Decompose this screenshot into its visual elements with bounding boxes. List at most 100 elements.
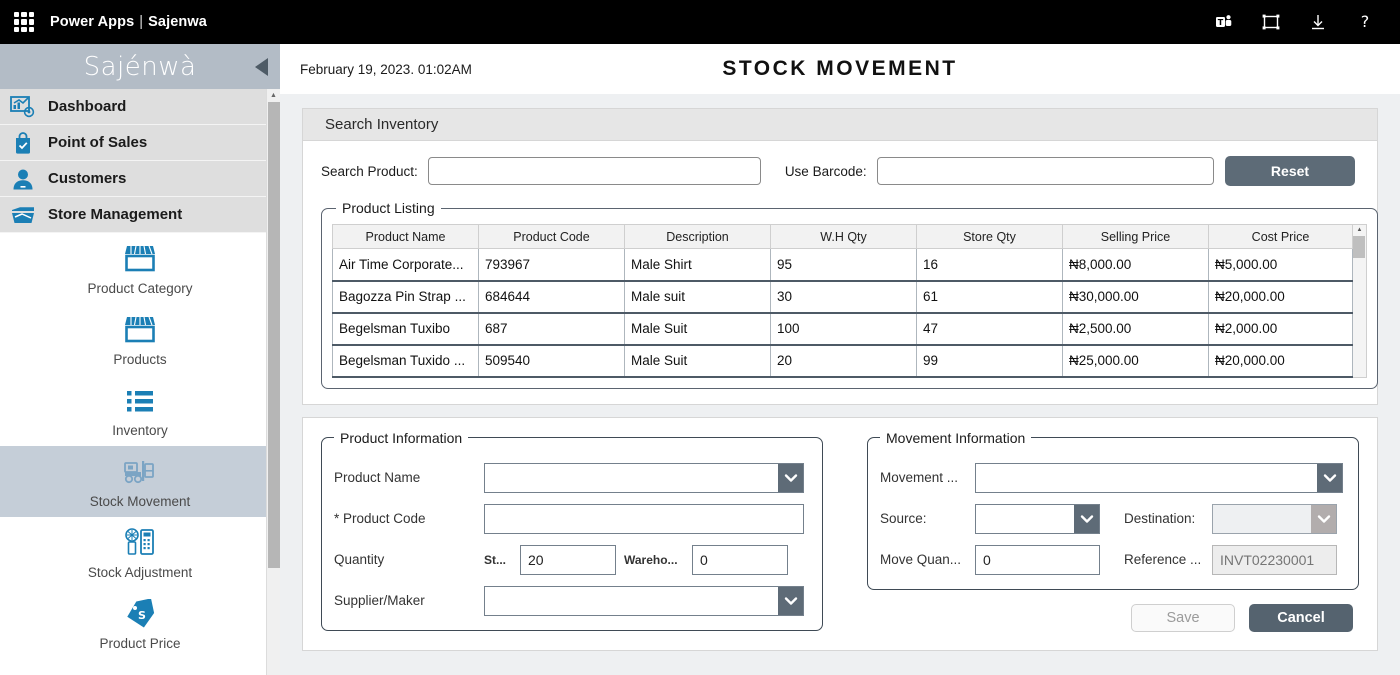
- download-icon[interactable]: [1307, 11, 1329, 33]
- table-column-header: Product Code: [479, 225, 625, 249]
- table-cell: 47: [917, 313, 1063, 345]
- barcode-label: Use Barcode:: [785, 164, 867, 179]
- sidebar-item-product-category[interactable]: Product Category: [0, 233, 280, 304]
- supplier-label: Supplier/Maker: [334, 593, 484, 608]
- search-inventory-title: Search Inventory: [303, 109, 1377, 141]
- document-icon: [123, 668, 157, 675]
- movement-information-fieldset: Movement Information Movement ...: [867, 430, 1359, 590]
- form-actions: Save Cancel: [867, 604, 1359, 632]
- table-cell: 793967: [479, 249, 625, 281]
- reset-button[interactable]: Reset: [1225, 156, 1355, 186]
- product-information-column: Product Information Product Name: [321, 430, 823, 632]
- table-column-header: Cost Price: [1209, 225, 1353, 249]
- barcode-input[interactable]: [877, 157, 1214, 185]
- page-header: February 19, 2023. 01:02AM STOCK MOVEMEN…: [280, 44, 1400, 94]
- table-cell: Bagozza Pin Strap ...: [333, 281, 479, 313]
- table-row[interactable]: Bagozza Pin Strap ...684644Male suit3061…: [333, 281, 1353, 313]
- content-area: Search Inventory Search Product: Use Bar…: [280, 94, 1400, 675]
- table-scroll-up-icon[interactable]: ▲: [1353, 225, 1366, 236]
- storefront-icon: [123, 242, 157, 276]
- chevron-down-icon[interactable]: [1311, 505, 1336, 533]
- sidebar-scrollbar[interactable]: ▲: [266, 89, 280, 675]
- environment-name: Sajenwa: [148, 14, 207, 30]
- svg-text:T: T: [1218, 18, 1224, 27]
- sidebar-logo: Sajénwà: [84, 52, 197, 82]
- sidebar-item-customers[interactable]: Customers: [0, 161, 280, 197]
- search-inventory-card: Search Inventory Search Product: Use Bar…: [302, 108, 1378, 405]
- chevron-down-icon[interactable]: [778, 587, 803, 615]
- product-information-fieldset: Product Information Product Name: [321, 430, 823, 631]
- list-icon: [123, 384, 157, 418]
- table-cell: ₦30,000.00: [1063, 281, 1209, 313]
- table-cell: 30: [771, 281, 917, 313]
- table-header-row: Product NameProduct CodeDescriptionW.H Q…: [333, 225, 1353, 249]
- fullscreen-icon[interactable]: [1260, 11, 1282, 33]
- teams-icon[interactable]: T: [1213, 11, 1235, 33]
- destination-select[interactable]: [1212, 504, 1337, 534]
- sidebar-item-stock-movement[interactable]: Stock Movement: [0, 446, 280, 517]
- brand: Power Apps|Sajenwa: [50, 14, 207, 30]
- sidebar-item-inventory[interactable]: Inventory: [0, 375, 280, 446]
- table-cell: 100: [771, 313, 917, 345]
- movement-type-select[interactable]: [975, 463, 1343, 493]
- topbar: Power Apps|Sajenwa T ?: [0, 0, 1400, 44]
- chevron-down-icon[interactable]: [778, 464, 803, 492]
- sidebar-item-store-management[interactable]: Store Management: [0, 197, 280, 233]
- search-input[interactable]: [428, 157, 761, 185]
- product-code-row: Product Code: [334, 504, 808, 534]
- product-information-legend: Product Information: [334, 430, 468, 446]
- table-scrollbar[interactable]: ▲: [1353, 224, 1367, 378]
- product-name-select[interactable]: [484, 463, 804, 493]
- collapse-left-icon[interactable]: [255, 58, 268, 76]
- source-select[interactable]: [975, 504, 1100, 534]
- table-column-header: Product Name: [333, 225, 479, 249]
- warehouse-qty-input[interactable]: [692, 545, 788, 575]
- table-cell: 509540: [479, 345, 625, 377]
- sidebar-item-dashboard[interactable]: Dashboard: [0, 89, 280, 125]
- table-cell: Air Time Corporate...: [333, 249, 479, 281]
- help-icon[interactable]: ?: [1354, 11, 1376, 33]
- quantity-row: Quantity St... Wareho...: [334, 545, 808, 575]
- table-cell: 684644: [479, 281, 625, 313]
- sidebar-nav: Dashboard Point of Sales Customers Store…: [0, 89, 280, 675]
- table-cell: Begelsman Tuxibo: [333, 313, 479, 345]
- chevron-down-icon[interactable]: [1317, 464, 1342, 492]
- sidebar-item-point-of-sales[interactable]: Point of Sales: [0, 125, 280, 161]
- sidebar-item-label: Product Price: [99, 636, 180, 651]
- sidebar-item-products[interactable]: Products: [0, 304, 280, 375]
- table-row[interactable]: Begelsman Tuxido ...509540Male Suit2099₦…: [333, 345, 1353, 377]
- price-tag-icon: S: [123, 597, 157, 631]
- save-button[interactable]: Save: [1131, 604, 1235, 632]
- reference-label: Reference ...: [1124, 552, 1212, 567]
- sidebar-item-stock-adjustment[interactable]: Stock Adjustment: [0, 517, 280, 588]
- sidebar-item-label: Stock Adjustment: [88, 565, 192, 580]
- table-cell: 99: [917, 345, 1063, 377]
- table-row[interactable]: Begelsman Tuxibo687Male Suit10047₦2,500.…: [333, 313, 1353, 345]
- table-cell: Male Suit: [625, 345, 771, 377]
- supplier-select[interactable]: [484, 586, 804, 616]
- table-cell: 20: [771, 345, 917, 377]
- sidebar-item-label: Point of Sales: [48, 134, 147, 151]
- movement-type-label: Movement ...: [880, 470, 975, 485]
- cancel-button[interactable]: Cancel: [1249, 604, 1353, 632]
- sidebar-item-product-price[interactable]: S Product Price: [0, 588, 280, 659]
- sidebar-item-partial[interactable]: [0, 659, 280, 675]
- move-quantity-row: Move Quan... Reference ...: [880, 545, 1344, 575]
- sidebar-scroll-thumb[interactable]: [268, 102, 280, 568]
- store-qty-input[interactable]: [520, 545, 616, 575]
- waffle-icon[interactable]: [14, 12, 34, 32]
- topbar-actions: T ?: [1213, 11, 1386, 33]
- scroll-up-icon[interactable]: ▲: [267, 89, 280, 102]
- table-scroll-thumb[interactable]: [1353, 236, 1365, 258]
- move-quantity-input[interactable]: [975, 545, 1100, 575]
- source-destination-row: Source: Destination:: [880, 504, 1344, 534]
- supplier-row: Supplier/Maker: [334, 586, 808, 616]
- svg-text:?: ?: [1361, 13, 1370, 31]
- storefront-icon: [123, 313, 157, 347]
- table-cell: ₦8,000.00: [1063, 249, 1209, 281]
- movement-information-column: Movement Information Movement ...: [867, 430, 1359, 632]
- table-cell: ₦25,000.00: [1063, 345, 1209, 377]
- chevron-down-icon[interactable]: [1074, 505, 1099, 533]
- product-code-input[interactable]: [484, 504, 804, 534]
- table-row[interactable]: Air Time Corporate...793967Male Shirt951…: [333, 249, 1353, 281]
